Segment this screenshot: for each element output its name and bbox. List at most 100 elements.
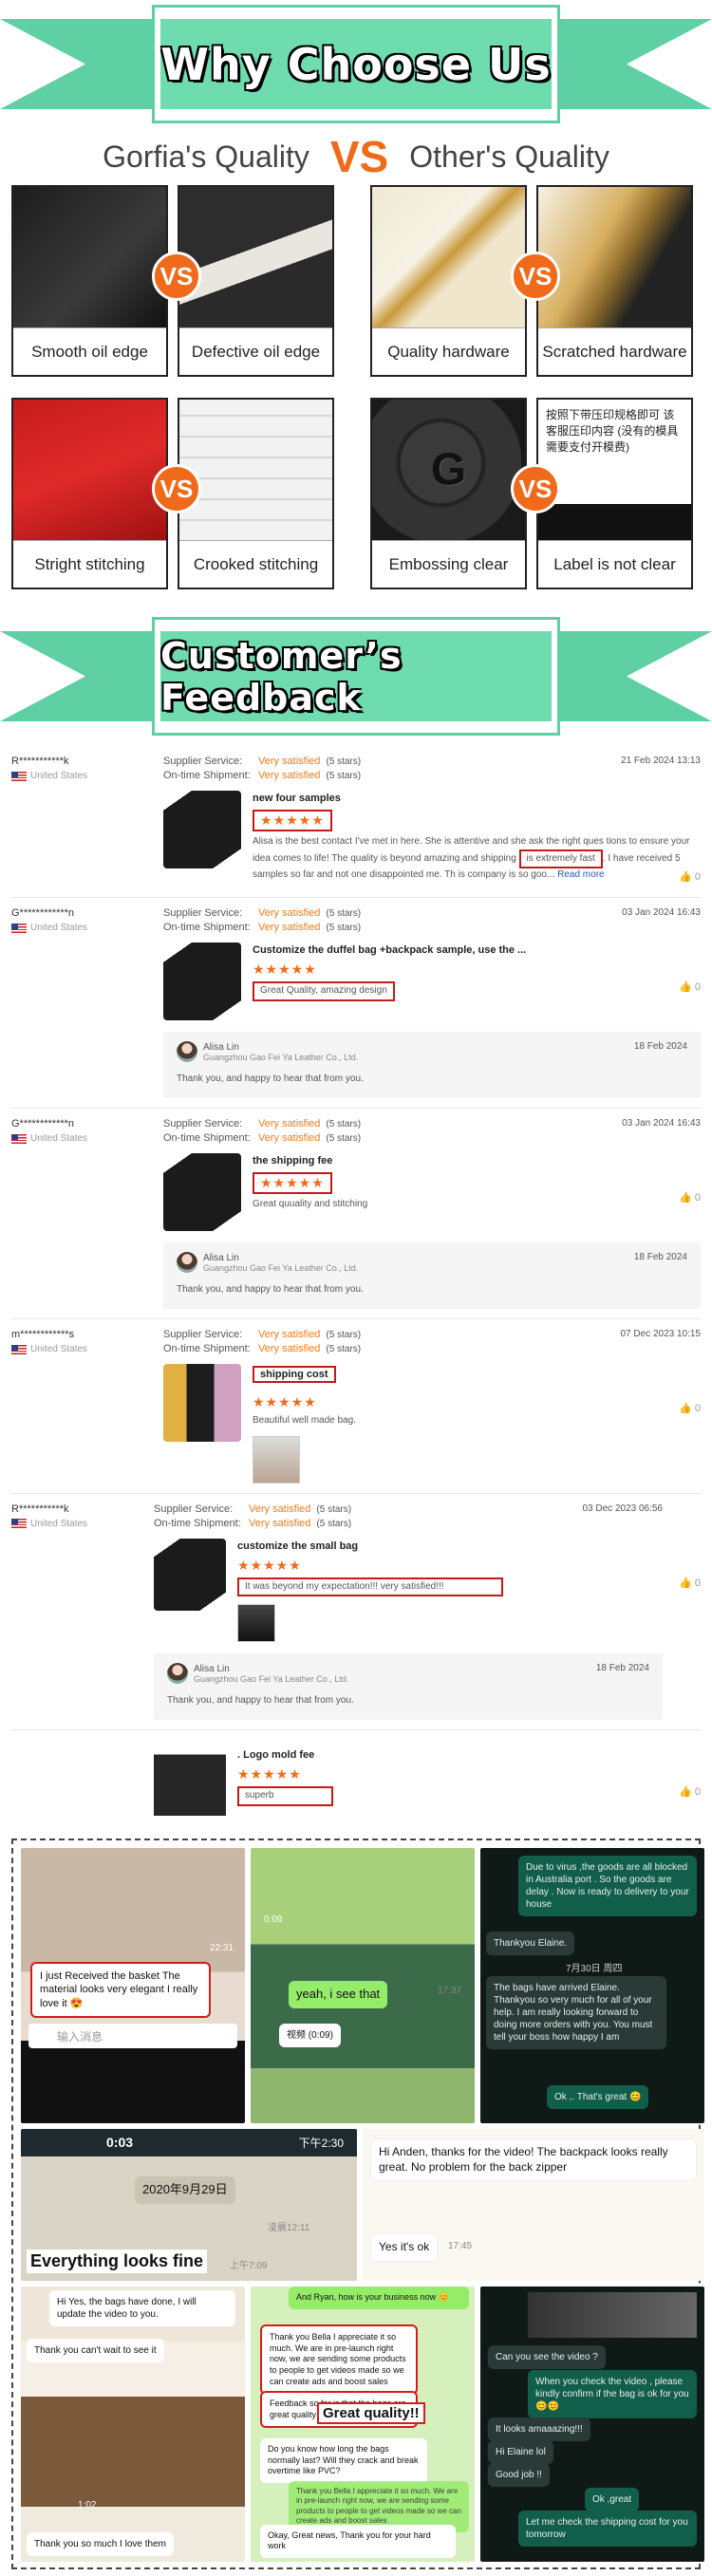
review-photo[interactable] <box>253 1435 300 1484</box>
review-text: superb <box>237 1786 663 1806</box>
reviewer: G************n United States <box>11 1118 159 1144</box>
rating-value: Very satisfied <box>258 907 321 919</box>
label: Supplier Service: <box>163 1329 243 1340</box>
product-thumbnail[interactable] <box>163 1153 241 1231</box>
video-message[interactable]: 视频 (0:09) <box>279 2024 341 2047</box>
review-text: Alisa is the best contact I've met in he… <box>253 835 701 883</box>
product-thumbnail[interactable] <box>163 943 241 1020</box>
label: On-time Shipment: <box>163 770 251 781</box>
caption: Smooth oil edge <box>13 327 166 375</box>
product-info: new four samples ★★★★★ Alisa is the best… <box>253 791 701 883</box>
reply-author: Alisa Lin Guangzhou Gao Fei Ya Leather Co… <box>177 1041 687 1062</box>
review-photo[interactable] <box>237 1604 275 1642</box>
star-rating: ★★★★★ <box>237 1766 302 1782</box>
rating: Very satisfied (5 stars) <box>258 1132 701 1144</box>
vs-badge: VS <box>152 252 201 301</box>
banner-title: Customer’s Feedback <box>160 634 403 719</box>
rating: Very satisfied (5 stars) <box>258 1343 701 1354</box>
product-thumbnail[interactable] <box>163 791 241 868</box>
label: On-time Shipment: <box>163 1343 251 1354</box>
reply-text: Thank you, and happy to hear that from y… <box>177 1073 364 1084</box>
us-flag-icon <box>11 771 27 781</box>
chat-message: Do you know how long the bags normally l… <box>260 2438 427 2484</box>
caption: Label is not clear <box>538 540 691 588</box>
caption: Scratched hardware <box>538 327 691 375</box>
stitching-image <box>13 400 166 540</box>
supplier-reply: Alisa Lin Guangzhou Gao Fei Ya Leather Co… <box>163 1032 701 1098</box>
title-plate: Why Choose Us <box>152 5 560 123</box>
chat-screenshot: Hi Yes, the bags have done, I will updat… <box>21 2287 245 2562</box>
product-thumbnail[interactable] <box>163 1364 241 1442</box>
chat-message: yeah, i see that <box>289 1981 388 2008</box>
label: On-time Shipment: <box>163 1132 251 1144</box>
chat-message: And Ryan, how is your business now 😊 <box>289 2287 469 2309</box>
review-body: Supplier Service: Very satisfied (5 stars)… <box>163 756 701 883</box>
reply-date: 18 Feb 2024 <box>595 1663 649 1673</box>
black-stripe <box>538 504 691 540</box>
read-more-link[interactable]: Read more <box>557 869 604 880</box>
highlight: is extremely fast <box>518 849 603 868</box>
reviewer: m************s United States <box>11 1329 159 1354</box>
label: On-time Shipment: <box>154 1517 241 1529</box>
reply-date: 18 Feb 2024 <box>633 1041 687 1052</box>
chat-message: Thank you so much I love them <box>27 2532 174 2556</box>
product: shipping cost ★★★★★ Beautiful well made … <box>163 1364 701 1484</box>
rating-stars: (5 stars) <box>326 1344 362 1354</box>
product-thumbnail[interactable] <box>154 1538 226 1611</box>
rating-value: Very satisfied <box>258 922 321 933</box>
reply-text: Thank you, and happy to hear that from y… <box>177 1284 364 1295</box>
collage-row: I just Received the basket The material … <box>21 1848 704 2123</box>
product-title: Customize the duffel bag +backpack sampl… <box>253 944 527 956</box>
product-info: Customize the duffel bag +backpack sampl… <box>253 943 701 1020</box>
product-thumbnail[interactable] <box>154 1747 226 1820</box>
reply-name: Alisa Lin <box>203 1252 239 1263</box>
emboss-letter: G <box>430 444 467 495</box>
star-rating: ★★★★★ <box>253 1172 332 1194</box>
defective-edge-image <box>179 187 332 327</box>
review-body: Supplier Service: Very satisfied (5 stars)… <box>154 1503 701 1720</box>
like-button[interactable]: 👍 0 <box>679 1577 701 1589</box>
reviewer-name: m************s <box>11 1329 75 1340</box>
comparison-pair: G Embossing clear VS 按照下带压印规格即可 该客服压印内容 (… <box>370 398 701 589</box>
chat-screenshot: Due to virus ,the goods are all blocked … <box>480 1848 704 2123</box>
reply-date: 18 Feb 2024 <box>633 1252 687 1262</box>
timestamp: 17:37 <box>437 1986 461 1996</box>
product-title: new four samples <box>253 793 341 804</box>
ratings: Supplier Service: Very satisfied (5 stars)… <box>163 1118 701 1144</box>
good-cell: Quality hardware <box>370 185 527 377</box>
rating-value: Very satisfied <box>258 756 321 767</box>
like-button[interactable]: 👍 0 <box>679 980 701 993</box>
review: G************n United States 03 Jan 2024 … <box>11 1109 701 1319</box>
highlight: superb <box>237 1786 333 1806</box>
label: Supplier Service: <box>163 1118 243 1129</box>
message-input[interactable]: 输入消息 <box>28 2024 237 2048</box>
vs-badge: VS <box>511 252 560 301</box>
us-flag-icon <box>11 1519 27 1528</box>
review: m************s United States 07 Dec 2023 … <box>11 1319 701 1494</box>
like-count: 0 <box>694 1403 701 1414</box>
product: . Logo mold fee ★★★★★ superb 👍 0 <box>154 1747 701 1820</box>
product: the shipping fee ★★★★★ Great quuality an… <box>163 1153 701 1231</box>
avatar <box>167 1663 188 1684</box>
product: customize the small bag ★★★★★ It was bey… <box>154 1538 701 1642</box>
reply-author: Alisa Lin Guangzhou Gao Fei Ya Leather Co… <box>167 1663 649 1684</box>
like-button[interactable]: 👍 0 <box>679 1402 701 1414</box>
chat-message: Okay, Great news, Thank you for your har… <box>260 2524 456 2558</box>
video-thumbnail[interactable] <box>528 2292 697 2338</box>
caption: Stright stitching <box>13 540 166 588</box>
bad-cell: Defective oil edge <box>178 185 334 377</box>
vs-badge: VS <box>511 464 560 513</box>
star-rating: ★★★★★ <box>253 810 332 831</box>
reply-company: Guangzhou Gao Fei Ya Leather Co., Ltd. <box>194 1673 349 1684</box>
chat-screenshot: And Ryan, how is your business now 😊 Tha… <box>251 2287 475 2562</box>
star-rating: ★★★★★ <box>237 1557 302 1573</box>
chat-screenshot: I just Received the basket The material … <box>21 1848 245 2123</box>
like-button[interactable]: 👍 0 <box>679 1191 701 1204</box>
chat-message: It looks amaaazing!!! <box>488 2417 590 2441</box>
chat-message: Due to virus ,the goods are all blocked … <box>518 1856 697 1916</box>
like-button[interactable]: 👍 0 <box>679 1785 701 1798</box>
comparison-grid: Smooth oil edge VS Defective oil edge Qu… <box>0 185 712 589</box>
like-button[interactable]: 👍 0 <box>679 870 701 883</box>
chat-message: Thank you Bella I appreciate it so much.… <box>260 2324 418 2396</box>
chat-message: Thank you can't wait to see it <box>27 2339 164 2362</box>
